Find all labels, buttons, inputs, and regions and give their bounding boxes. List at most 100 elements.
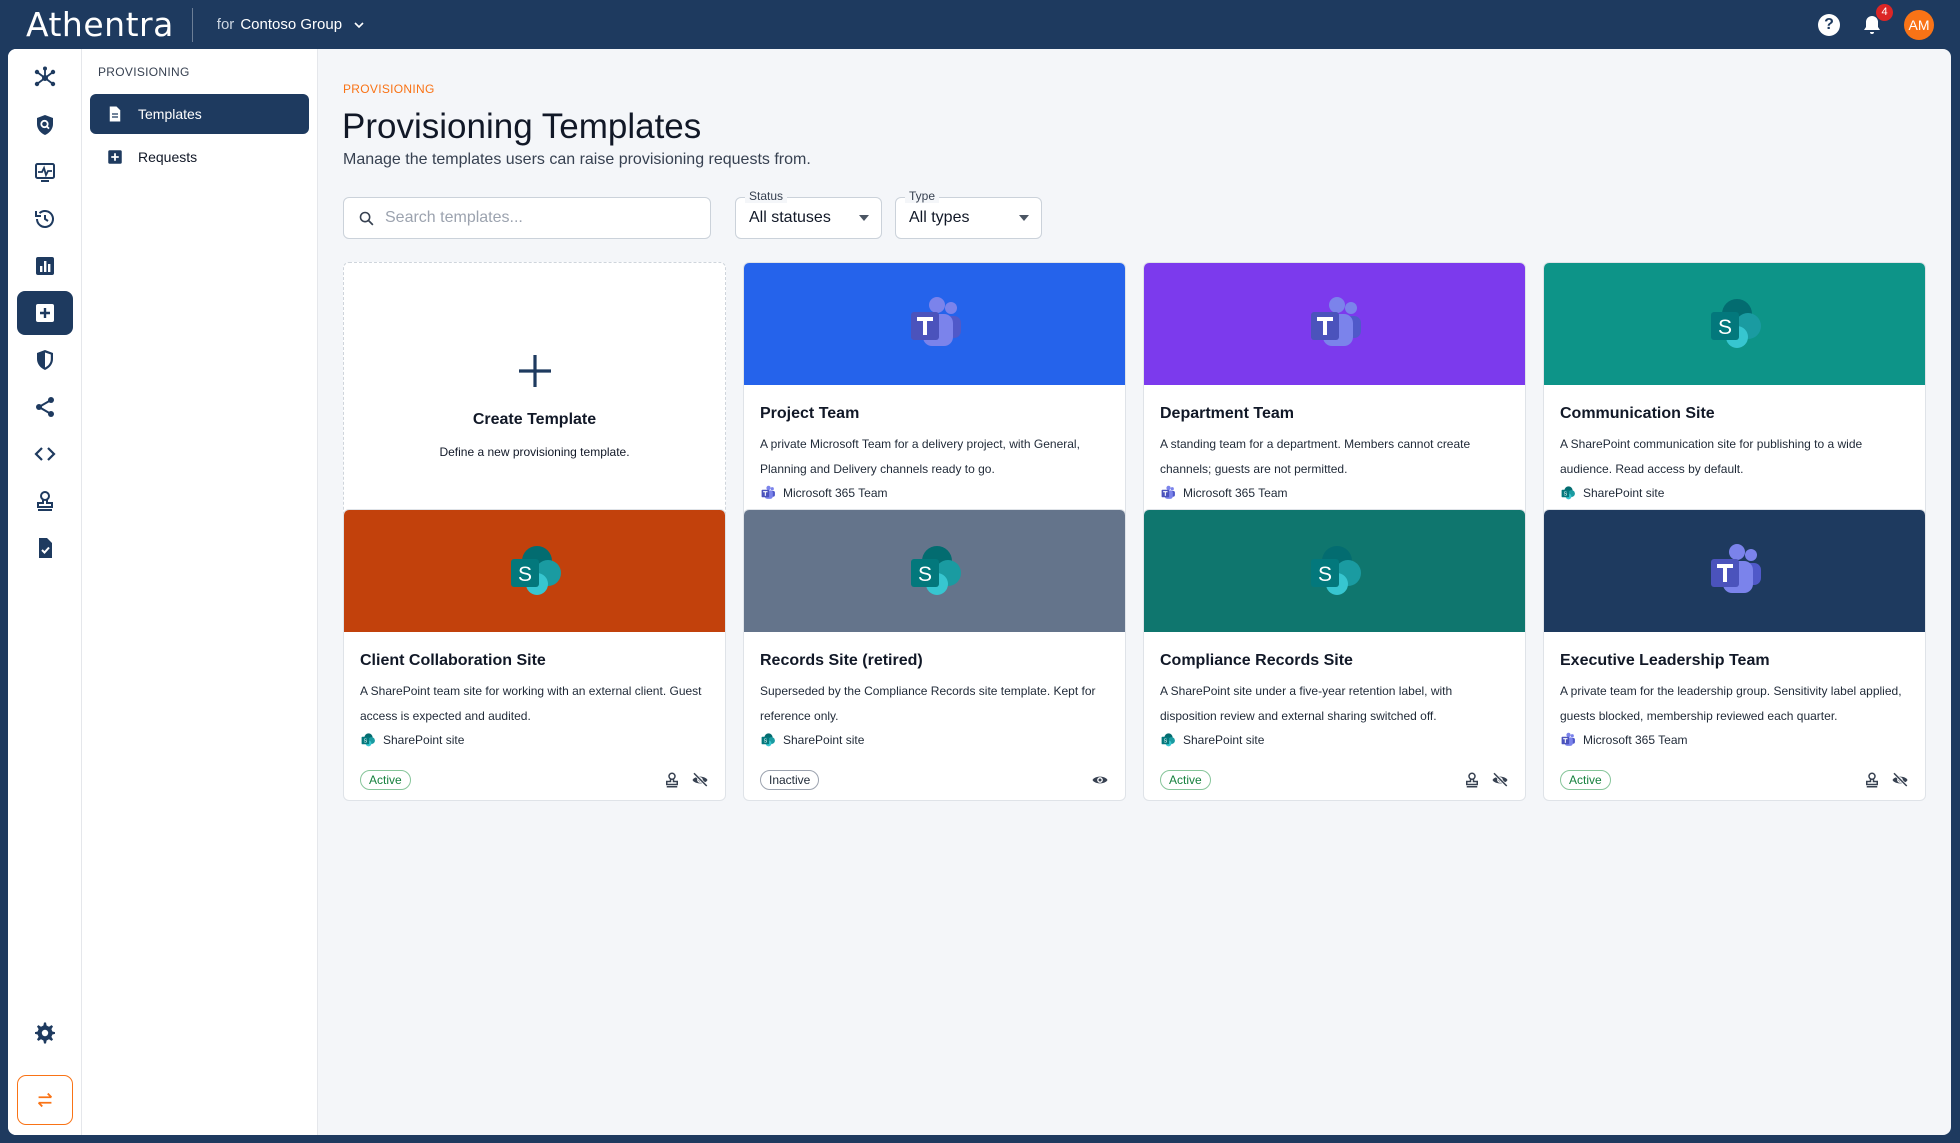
template-type: S SharePoint site	[360, 732, 709, 748]
approver-icon[interactable]	[1863, 771, 1881, 789]
rail-settings[interactable]	[17, 1011, 73, 1055]
notification-count-badge: 4	[1876, 3, 1893, 21]
search-box	[343, 197, 711, 239]
sharepoint-icon: S	[361, 733, 375, 747]
svg-text:S: S	[917, 563, 931, 586]
status-badge: Active	[1160, 770, 1211, 790]
svg-text:S: S	[517, 563, 531, 586]
rail-analytics[interactable]	[17, 244, 73, 288]
type-filter-select[interactable]: Type All types	[895, 189, 1042, 239]
chevron-down-icon	[354, 21, 364, 28]
template-type: S SharePoint site	[1560, 485, 1909, 501]
rail-monitor[interactable]	[17, 150, 73, 194]
create-template-description: Define a new provisioning template.	[439, 445, 630, 459]
teams-logo-icon	[1710, 544, 1761, 593]
hidden-eye-off-icon[interactable]	[1891, 771, 1909, 789]
rail-provisioning[interactable]	[17, 291, 73, 335]
template-type-label: Microsoft 365 Team	[1183, 486, 1288, 500]
template-title: Records Site (retired)	[760, 652, 923, 669]
monitor-icon	[35, 163, 55, 182]
sharepoint-icon: S	[1561, 486, 1575, 500]
rail-tasks[interactable]	[17, 526, 73, 570]
hidden-eye-off-icon[interactable]	[1491, 771, 1509, 789]
icon-rail	[8, 49, 82, 1135]
template-type: S SharePoint site	[1160, 732, 1509, 748]
subnav-item-requests[interactable]: Requests	[90, 137, 309, 177]
subnav-item-label: Requests	[138, 149, 198, 165]
shield-icon	[37, 350, 53, 370]
task-icon	[39, 538, 52, 558]
approver-icon[interactable]	[663, 771, 681, 789]
approver-icon[interactable]	[1463, 771, 1481, 789]
svg-text:S: S	[1317, 563, 1331, 586]
subnav-item-templates[interactable]: Templates	[90, 94, 309, 134]
template-type: S SharePoint site	[760, 732, 1109, 748]
notifications-button[interactable]: 4	[1860, 3, 1893, 37]
template-banner: S	[344, 510, 725, 632]
svg-text:S: S	[363, 739, 367, 745]
type-filter-label: Type	[905, 189, 940, 203]
rail-approvals[interactable]	[17, 479, 73, 523]
user-avatar[interactable]: AM	[1904, 9, 1934, 40]
page-subtitle: Manage the templates users can raise pro…	[343, 151, 811, 168]
help-icon[interactable]: ?	[1818, 13, 1840, 36]
template-title: Executive Leadership Team	[1560, 652, 1770, 669]
template-description: Superseded by the Compliance Records sit…	[760, 684, 1096, 723]
svg-text:S: S	[763, 739, 767, 745]
template-description: A standing team for a department. Member…	[1160, 437, 1471, 476]
template-card[interactable]: S Records Site (retired) Superseded by t…	[743, 509, 1126, 801]
teams-icon	[1561, 732, 1575, 746]
template-card[interactable]: S Client Collaboration Site A SharePoint…	[343, 509, 726, 801]
template-title: Project Team	[760, 405, 860, 422]
visible-eye-icon[interactable]	[1091, 771, 1109, 789]
status-badge: Active	[360, 770, 411, 790]
search-input[interactable]	[385, 209, 685, 227]
rail-shield-search[interactable]	[17, 103, 73, 147]
template-type: Microsoft 365 Team	[760, 485, 1109, 501]
template-banner	[1544, 510, 1925, 632]
template-description: A SharePoint communication site for publ…	[1560, 437, 1863, 476]
caret-down-icon	[1019, 215, 1029, 221]
rail-sharing[interactable]	[17, 385, 73, 429]
org-prefix: for	[216, 16, 235, 33]
template-banner	[1144, 263, 1525, 385]
history-icon	[35, 210, 54, 228]
template-banner	[744, 263, 1125, 385]
template-actions	[1863, 771, 1909, 789]
svg-text:S: S	[1563, 492, 1567, 498]
rail-security[interactable]	[17, 338, 73, 382]
document-icon	[109, 106, 121, 122]
template-banner: S	[744, 510, 1125, 632]
rail-hub[interactable]	[17, 56, 73, 100]
breadcrumb[interactable]: PROVISIONING	[343, 82, 435, 96]
teams-icon	[1161, 485, 1175, 499]
teams-logo-icon	[1310, 297, 1361, 346]
shield-search-icon	[37, 115, 53, 135]
org-switcher[interactable]: for Contoso Group	[217, 16, 364, 33]
app-logo[interactable]: Athentra	[26, 0, 174, 49]
template-type-label: SharePoint site	[1583, 486, 1665, 500]
template-banner: S	[1144, 510, 1525, 632]
rail-code[interactable]	[17, 432, 73, 476]
teams-icon	[761, 485, 775, 499]
sharepoint-logo-icon: S	[1710, 299, 1761, 348]
status-filter-label: Status	[745, 189, 788, 203]
template-title: Compliance Records Site	[1160, 652, 1353, 669]
template-description: A SharePoint site under a five-year rete…	[1160, 684, 1453, 723]
template-card[interactable]: Executive Leadership Team A private team…	[1543, 509, 1926, 801]
status-filter-value: All statuses	[749, 209, 831, 226]
swap-button[interactable]	[17, 1075, 73, 1125]
main-content: PROVISIONING Provisioning Templates Mana…	[318, 49, 1951, 1135]
rail-history[interactable]	[17, 197, 73, 241]
add-box-icon	[108, 150, 122, 164]
template-title: Client Collaboration Site	[360, 652, 546, 669]
hidden-eye-off-icon[interactable]	[691, 771, 709, 789]
template-title: Department Team	[1160, 405, 1294, 422]
page-title: Provisioning Templates	[342, 107, 702, 146]
status-filter-select[interactable]: Status All statuses	[735, 189, 882, 239]
template-type: Microsoft 365 Team	[1560, 732, 1909, 748]
swap-icon	[37, 1092, 53, 1108]
template-type-label: SharePoint site	[783, 733, 865, 747]
template-card[interactable]: S Compliance Records Site A SharePoint s…	[1143, 509, 1526, 801]
subnav-heading: PROVISIONING	[98, 65, 190, 79]
